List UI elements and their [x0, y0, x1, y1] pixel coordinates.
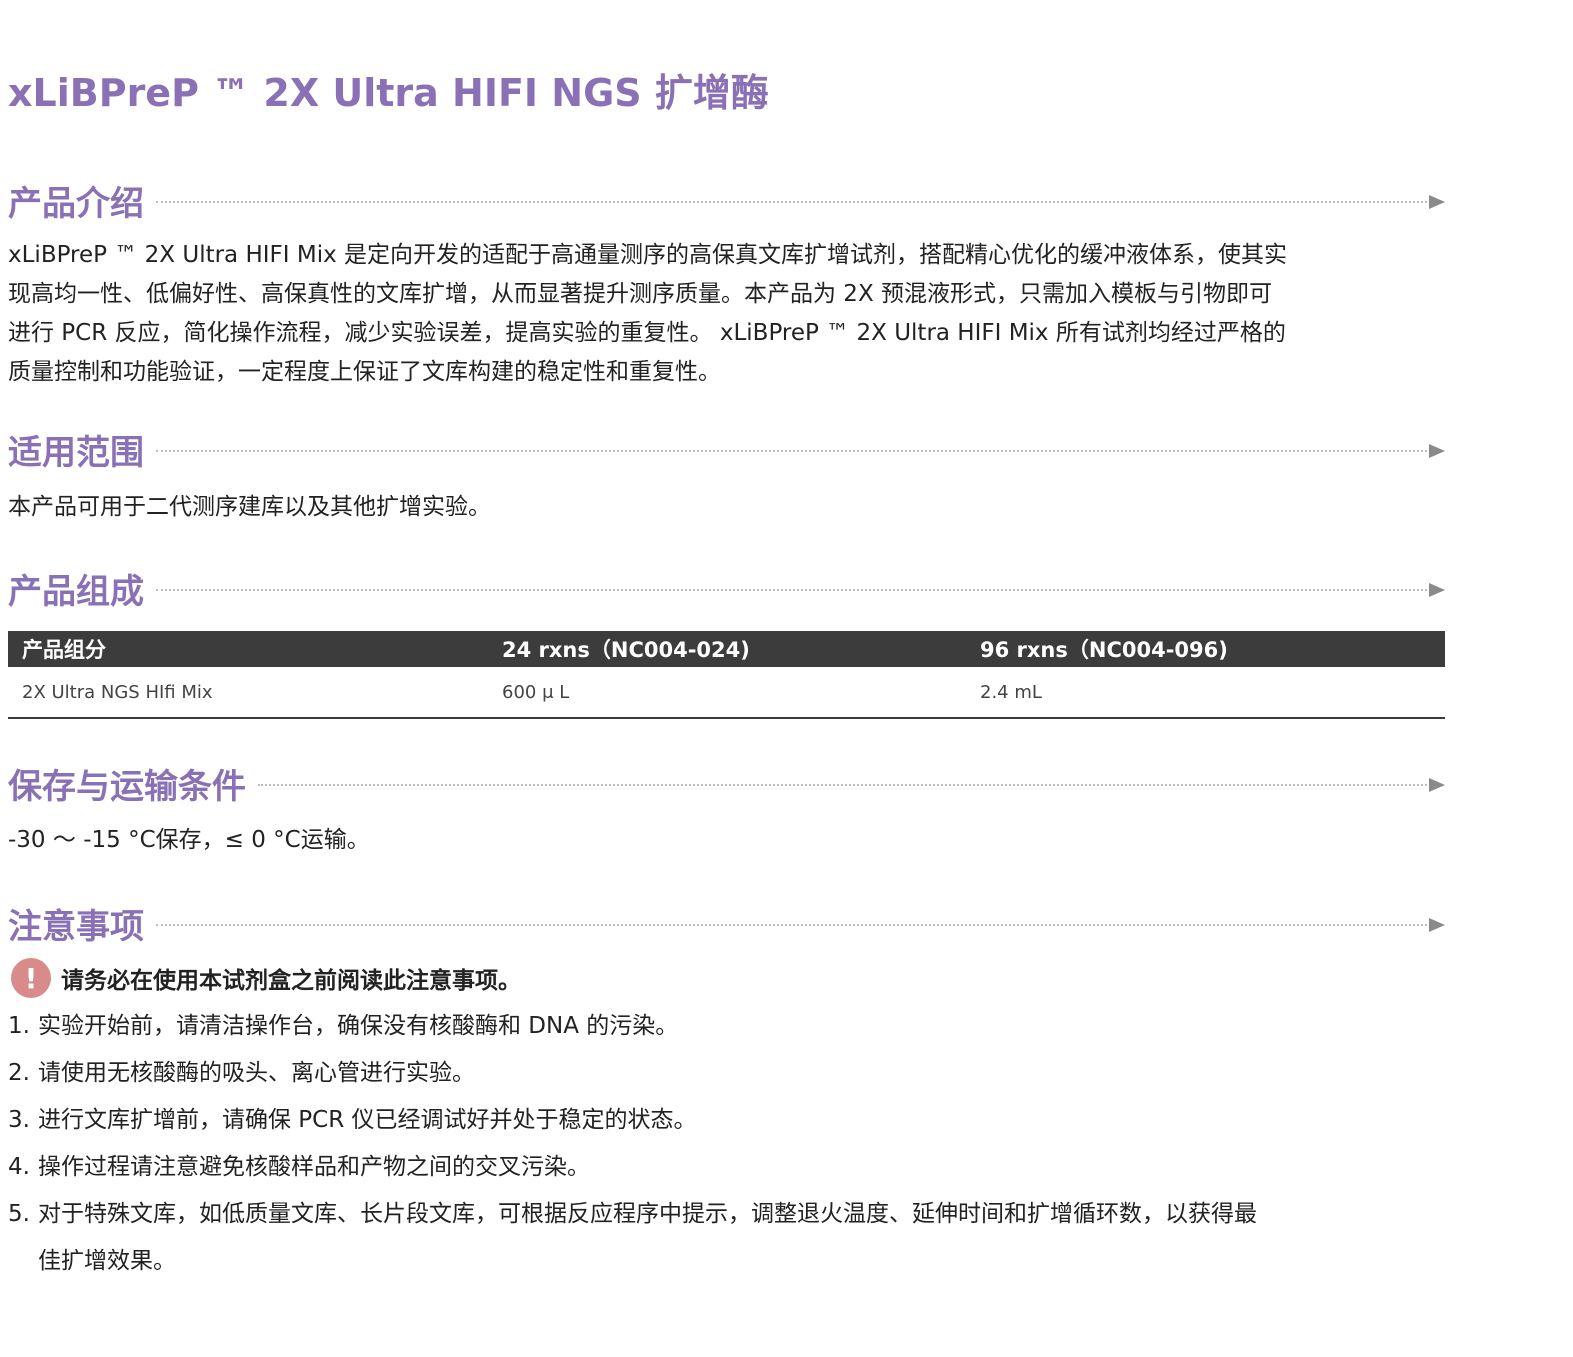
arrow-right-icon	[1429, 195, 1445, 209]
intro-line: xLiBPreP ™ 2X Ultra HIFI Mix 是定向开发的适配于高通…	[8, 242, 1288, 268]
list-item-text: 请使用无核酸酶的吸头、离心管进行实验。	[38, 1060, 475, 1086]
dotted-divider	[258, 784, 1427, 786]
list-item-number: 1.	[8, 1013, 30, 1039]
arrow-right-icon	[1429, 583, 1445, 597]
section-header-composition: 产品组成	[8, 566, 1445, 612]
table-header-row: 产品组分 24 rxns（NC004-024) 96 rxns（NC004-09…	[8, 631, 1445, 667]
list-item-continuation: 佳扩增效果。	[38, 1248, 176, 1274]
list-item-text: 操作过程请注意避免核酸样品和产物之间的交叉污染。	[38, 1154, 590, 1180]
dotted-divider	[156, 201, 1427, 203]
list-item-number: 2.	[8, 1060, 30, 1086]
intro-line: 质量控制和功能验证，一定程度上保证了文库构建的稳定性和重复性。	[8, 359, 721, 385]
table-cell: 2.4 mL	[966, 667, 1445, 719]
section-header-storage: 保存与运输条件	[8, 761, 1445, 807]
arrow-right-icon	[1429, 444, 1445, 458]
page-title: xLiBPreP ™ 2X Ultra HIFI NGS 扩增酶	[8, 71, 769, 115]
scope-text: 本产品可用于二代测序建库以及其他扩增实验。	[8, 494, 491, 520]
warning-banner: ! 请务必在使用本试剂盒之前阅读此注意事项。	[11, 958, 521, 998]
list-item: 1. 实验开始前，请清洁操作台，确保没有核酸酶和 DNA 的污染。	[8, 1003, 1445, 1050]
list-item: 2. 请使用无核酸酶的吸头、离心管进行实验。	[8, 1050, 1445, 1097]
dotted-divider	[156, 450, 1427, 452]
table-cell: 600 μ L	[488, 667, 966, 719]
column-header-24rxns: 24 rxns（NC004-024)	[488, 631, 966, 667]
dotted-divider	[156, 589, 1427, 591]
arrow-right-icon	[1429, 918, 1445, 932]
storage-text: -30 ～ -15 °C保存，≤ 0 °C运输。	[8, 827, 370, 853]
list-item: 5. 对于特殊文库，如低质量文库、长片段文库，可根据反应程序中提示，调整退火温度、…	[8, 1191, 1445, 1285]
list-item: 3. 进行文库扩增前，请确保 PCR 仪已经调试好并处于稳定的状态。	[8, 1097, 1445, 1144]
list-item-number: 3.	[8, 1107, 30, 1133]
section-title-notes: 注意事项	[8, 906, 144, 947]
section-header-notes: 注意事项	[8, 901, 1445, 947]
list-item: 4. 操作过程请注意避免核酸样品和产物之间的交叉污染。	[8, 1144, 1445, 1191]
column-header-component: 产品组分	[8, 631, 488, 667]
list-item-text: 实验开始前，请清洁操作台，确保没有核酸酶和 DNA 的污染。	[38, 1013, 679, 1039]
arrow-right-icon	[1429, 778, 1445, 792]
section-header-intro: 产品介绍	[8, 178, 1445, 224]
section-title-composition: 产品组成	[8, 571, 144, 612]
exclamation-icon: !	[11, 958, 51, 998]
section-title-scope: 适用范围	[8, 432, 144, 473]
section-header-scope: 适用范围	[8, 427, 1445, 473]
warning-text: 请务必在使用本试剂盒之前阅读此注意事项。	[61, 968, 521, 994]
table-cell: 2X Ultra NGS HIfi Mix	[8, 667, 488, 719]
table-row: 2X Ultra NGS HIfi Mix 600 μ L 2.4 mL	[8, 667, 1445, 719]
section-title-storage: 保存与运输条件	[8, 766, 246, 807]
composition-table: 产品组分 24 rxns（NC004-024) 96 rxns（NC004-09…	[8, 631, 1445, 719]
intro-line: 现高均一性、低偏好性、高保真性的文库扩增，从而显著提升测序质量。本产品为 2X …	[8, 281, 1273, 307]
intro-line: 进行 PCR 反应，简化操作流程，减少实验误差，提高实验的重复性。 xLiBPr…	[8, 320, 1286, 346]
notes-list: 1. 实验开始前，请清洁操作台，确保没有核酸酶和 DNA 的污染。 2. 请使用无核…	[8, 1003, 1445, 1285]
list-item-text: 对于特殊文库，如低质量文库、长片段文库，可根据反应程序中提示，调整退火温度、延伸…	[38, 1201, 1257, 1227]
column-header-96rxns: 96 rxns（NC004-096)	[966, 631, 1445, 667]
list-item-text: 进行文库扩增前，请确保 PCR 仪已经调试好并处于稳定的状态。	[38, 1107, 697, 1133]
list-item-number: 5.	[8, 1201, 30, 1227]
list-item-number: 4.	[8, 1154, 30, 1180]
dotted-divider	[156, 924, 1427, 926]
intro-paragraph: xLiBPreP ™ 2X Ultra HIFI Mix 是定向开发的适配于高通…	[8, 236, 1445, 392]
section-title-intro: 产品介绍	[8, 183, 144, 224]
